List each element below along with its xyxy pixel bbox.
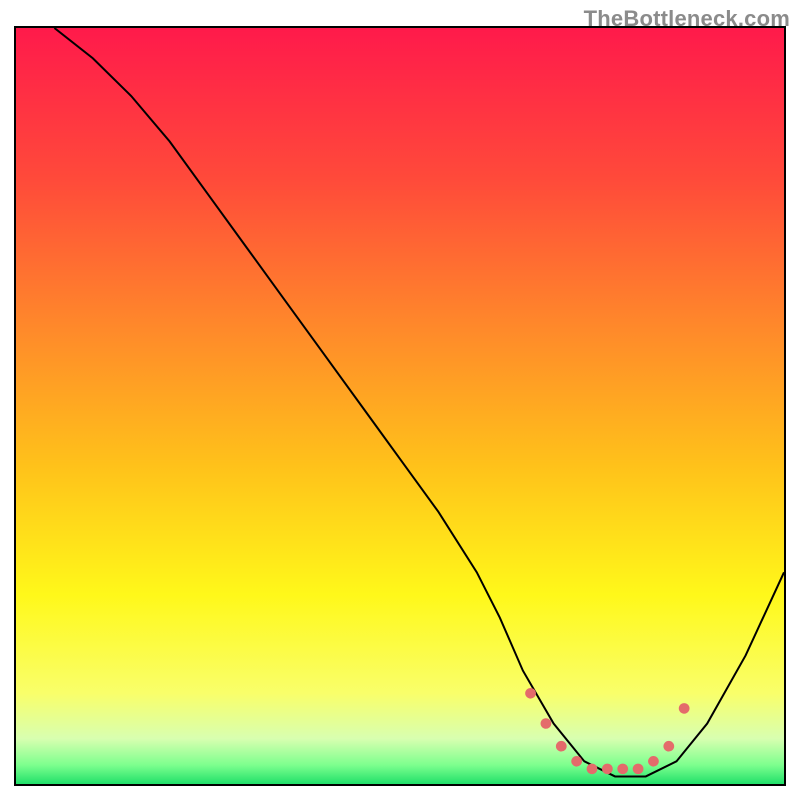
curve-layer <box>16 28 784 784</box>
optimal-marker <box>541 718 552 729</box>
chart-container: TheBottleneck.com <box>0 0 800 800</box>
plot-area <box>16 28 784 784</box>
optimal-marker <box>571 756 582 767</box>
optimal-marker <box>617 764 628 775</box>
bottleneck-curve <box>54 28 784 776</box>
optimal-marker <box>633 764 644 775</box>
optimal-marker <box>556 741 567 752</box>
plot-frame <box>14 26 786 786</box>
optimal-marker <box>602 764 613 775</box>
optimal-marker <box>679 703 690 714</box>
optimal-marker <box>648 756 659 767</box>
optimal-marker <box>587 764 598 775</box>
optimal-marker <box>525 688 536 699</box>
optimal-marker <box>663 741 674 752</box>
